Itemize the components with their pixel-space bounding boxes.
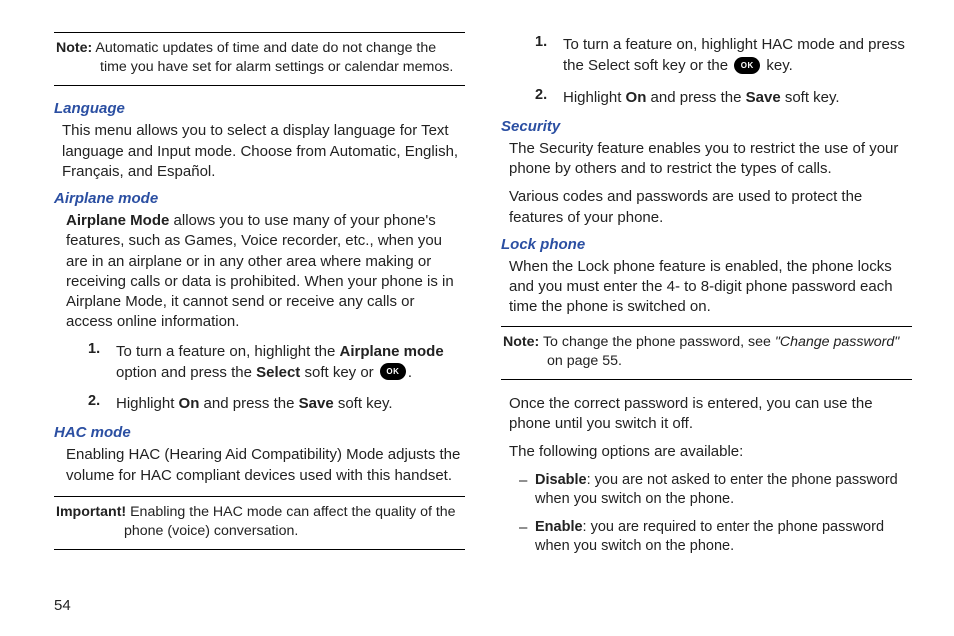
hac-steps: 1. To turn a feature on, highlight HAC m…	[535, 34, 912, 108]
note-t2: on page 55.	[547, 353, 622, 369]
step-2: 2. Highlight On and press the Save soft …	[535, 87, 912, 108]
step-text: To turn a feature on, highlight the Airp…	[116, 341, 465, 384]
step-1: 1. To turn a feature on, highlight the A…	[88, 341, 465, 384]
airplane-bold: Airplane Mode	[66, 212, 169, 229]
step-num: 1.	[88, 341, 116, 384]
step-1: 1. To turn a feature on, highlight HAC m…	[535, 34, 912, 77]
option-enable: – Enable: you are required to enter the …	[519, 518, 912, 557]
para-security-2: Various codes and passwords are used to …	[509, 187, 912, 228]
option-label: Disable	[535, 472, 587, 488]
heading-language: Language	[54, 100, 465, 117]
important-lead: Important!	[56, 504, 126, 520]
step-text: Highlight On and press the Save soft key…	[563, 87, 840, 108]
step-text: To turn a feature on, highlight HAC mode…	[563, 34, 912, 77]
option-disable: – Disable: you are not asked to enter th…	[519, 471, 912, 510]
note-lead: Note:	[503, 334, 539, 350]
step-num: 1.	[535, 34, 563, 77]
options-list: – Disable: you are not asked to enter th…	[519, 471, 912, 557]
heading-security: Security	[501, 118, 912, 135]
heading-lock-phone: Lock phone	[501, 236, 912, 253]
left-column: Note: Automatic updates of time and date…	[54, 30, 465, 565]
option-text: : you are required to enter the phone pa…	[535, 519, 884, 555]
important-box-hac: Important! Enabling the HAC mode can aff…	[54, 496, 465, 550]
airplane-steps: 1. To turn a feature on, highlight the A…	[88, 341, 465, 415]
note-box-change-password: Note: To change the phone password, see …	[501, 326, 912, 380]
step-2: 2. Highlight On and press the Save soft …	[88, 393, 465, 414]
para-after-2: The following options are available:	[509, 442, 912, 462]
note-lead: Note:	[56, 40, 92, 56]
note-t1: To change the phone password, see	[539, 334, 775, 350]
right-column: 1. To turn a feature on, highlight HAC m…	[501, 30, 912, 565]
ok-key-icon: OK	[380, 363, 406, 380]
important-text: Enabling the HAC mode can affect the qua…	[124, 504, 456, 539]
para-language: This menu allows you to select a display…	[62, 121, 465, 182]
two-column-layout: Note: Automatic updates of time and date…	[54, 30, 912, 565]
ok-key-icon: OK	[734, 57, 760, 74]
step-text: Highlight On and press the Save soft key…	[116, 393, 393, 414]
option-label: Enable	[535, 519, 583, 535]
para-airplane-mode: Airplane Mode allows you to use many of …	[66, 211, 465, 333]
step-num: 2.	[535, 87, 563, 108]
step-num: 2.	[88, 393, 116, 414]
heading-airplane-mode: Airplane mode	[54, 190, 465, 207]
para-lock-phone: When the Lock phone feature is enabled, …	[509, 257, 912, 318]
heading-hac-mode: HAC mode	[54, 424, 465, 441]
para-security-1: The Security feature enables you to rest…	[509, 139, 912, 180]
option-text: : you are not asked to enter the phone p…	[535, 472, 898, 508]
airplane-rest: allows you to use many of your phone's f…	[66, 212, 454, 330]
para-hac-mode: Enabling HAC (Hearing Aid Compatibility)…	[66, 445, 465, 486]
note-text: Automatic updates of time and date do no…	[92, 40, 453, 75]
note-box-time-date: Note: Automatic updates of time and date…	[54, 32, 465, 86]
note-quote: "Change password"	[775, 334, 899, 350]
page-number: 54	[54, 597, 71, 614]
para-after-1: Once the correct password is entered, yo…	[509, 394, 912, 435]
